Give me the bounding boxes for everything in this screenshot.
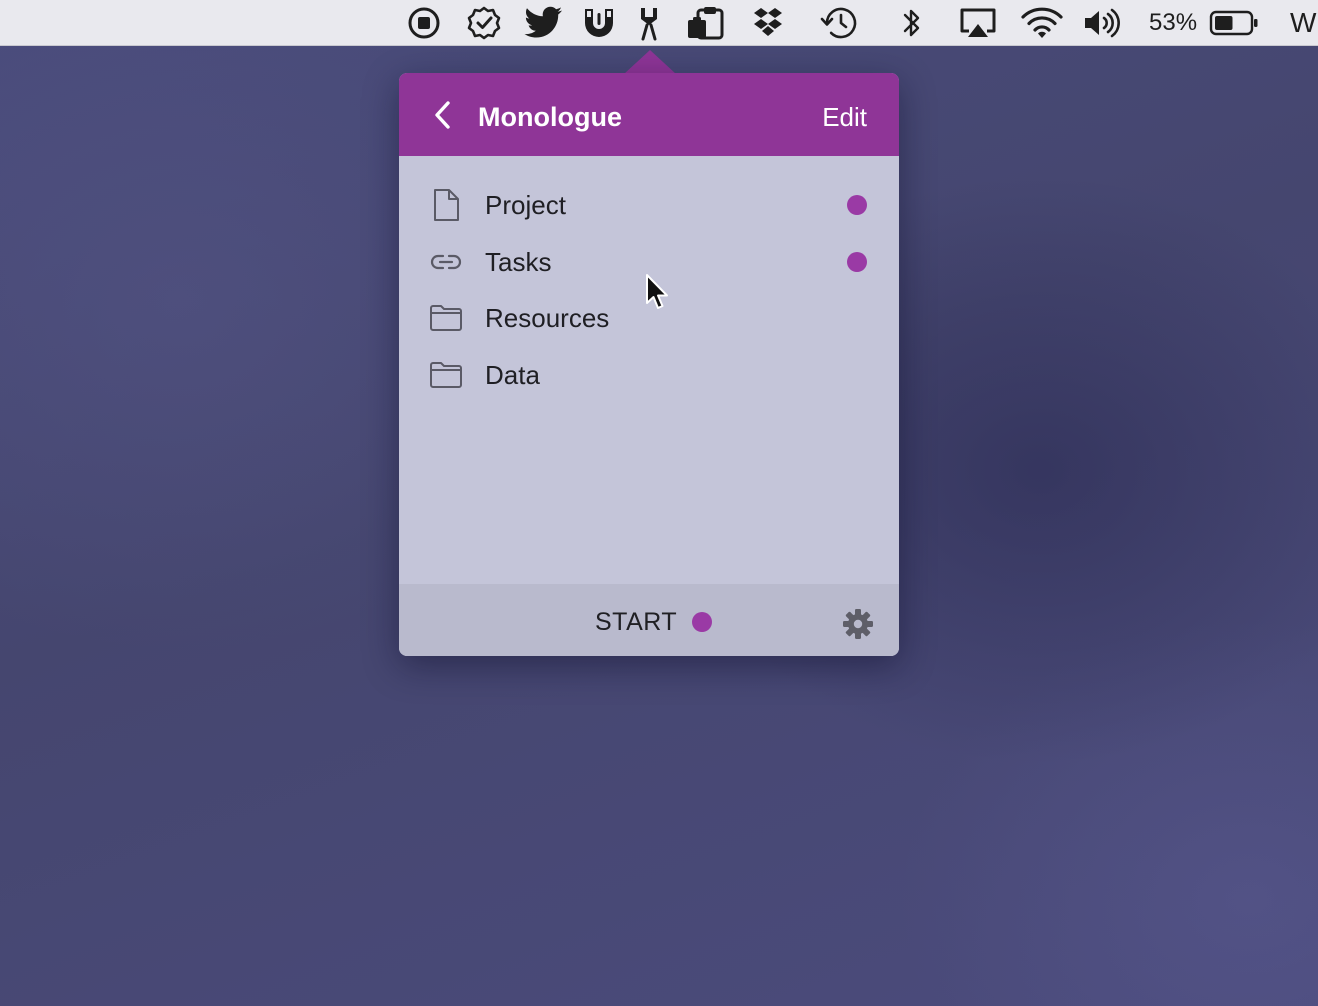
settings-button[interactable]: [841, 607, 875, 641]
list-item-label: Resources: [485, 303, 610, 333]
monologue-icon[interactable]: [633, 0, 665, 46]
popover-footer: START: [399, 584, 899, 656]
battery-icon[interactable]: [1208, 0, 1260, 46]
status-dot: [847, 251, 867, 272]
link-icon: [429, 245, 463, 279]
folder-icon: [429, 301, 463, 335]
dropbox-icon[interactable]: [750, 0, 786, 46]
folder-icon: [429, 358, 463, 392]
popover-title: Monologue: [478, 102, 622, 132]
edit-button[interactable]: Edit: [822, 73, 867, 161]
bluetooth-icon[interactable]: [897, 0, 927, 46]
back-button[interactable]: [427, 99, 459, 131]
status-dot: [847, 195, 867, 215]
list-item-label: Project: [485, 190, 566, 220]
time-machine-icon[interactable]: [818, 0, 860, 46]
status-dot: [692, 612, 713, 632]
stop-circle-icon[interactable]: [405, 0, 443, 46]
chevron-left-icon: [435, 101, 450, 129]
wifi-icon[interactable]: [1018, 0, 1066, 46]
list-item-tasks[interactable]: Tasks: [399, 233, 899, 290]
list-item-project[interactable]: Project: [399, 176, 899, 233]
popover-arrow: [624, 50, 676, 74]
volume-icon[interactable]: [1080, 0, 1124, 46]
popover-header: Monologue Edit: [399, 73, 899, 156]
list-item-resources[interactable]: Resources: [399, 289, 899, 346]
list-item-label: Data: [485, 359, 540, 390]
list-item-label: Tasks: [485, 246, 552, 277]
gear-icon: [843, 609, 873, 639]
clipboard-stack-icon[interactable]: [684, 0, 728, 46]
airplay-icon[interactable]: [955, 0, 1001, 46]
start-button[interactable]: START: [595, 584, 713, 656]
battery-percent-text[interactable]: 53%: [1149, 0, 1197, 46]
item-list: Project Tasks Resources Data: [399, 176, 899, 402]
list-item-data[interactable]: Data: [399, 346, 899, 403]
horseshoe-magnet-icon[interactable]: [579, 0, 619, 46]
clipped-menu-text[interactable]: W: [1290, 0, 1316, 46]
checkmark-badge-icon[interactable]: [464, 0, 504, 46]
document-icon: [429, 188, 463, 222]
start-label: START: [595, 607, 678, 636]
battery-level-fill: [1215, 16, 1233, 30]
menu-bar: 53% W: [0, 0, 1318, 46]
twitter-bird-icon[interactable]: [523, 0, 565, 46]
monologue-popover: Monologue Edit Project Tasks Resources D…: [399, 73, 899, 656]
